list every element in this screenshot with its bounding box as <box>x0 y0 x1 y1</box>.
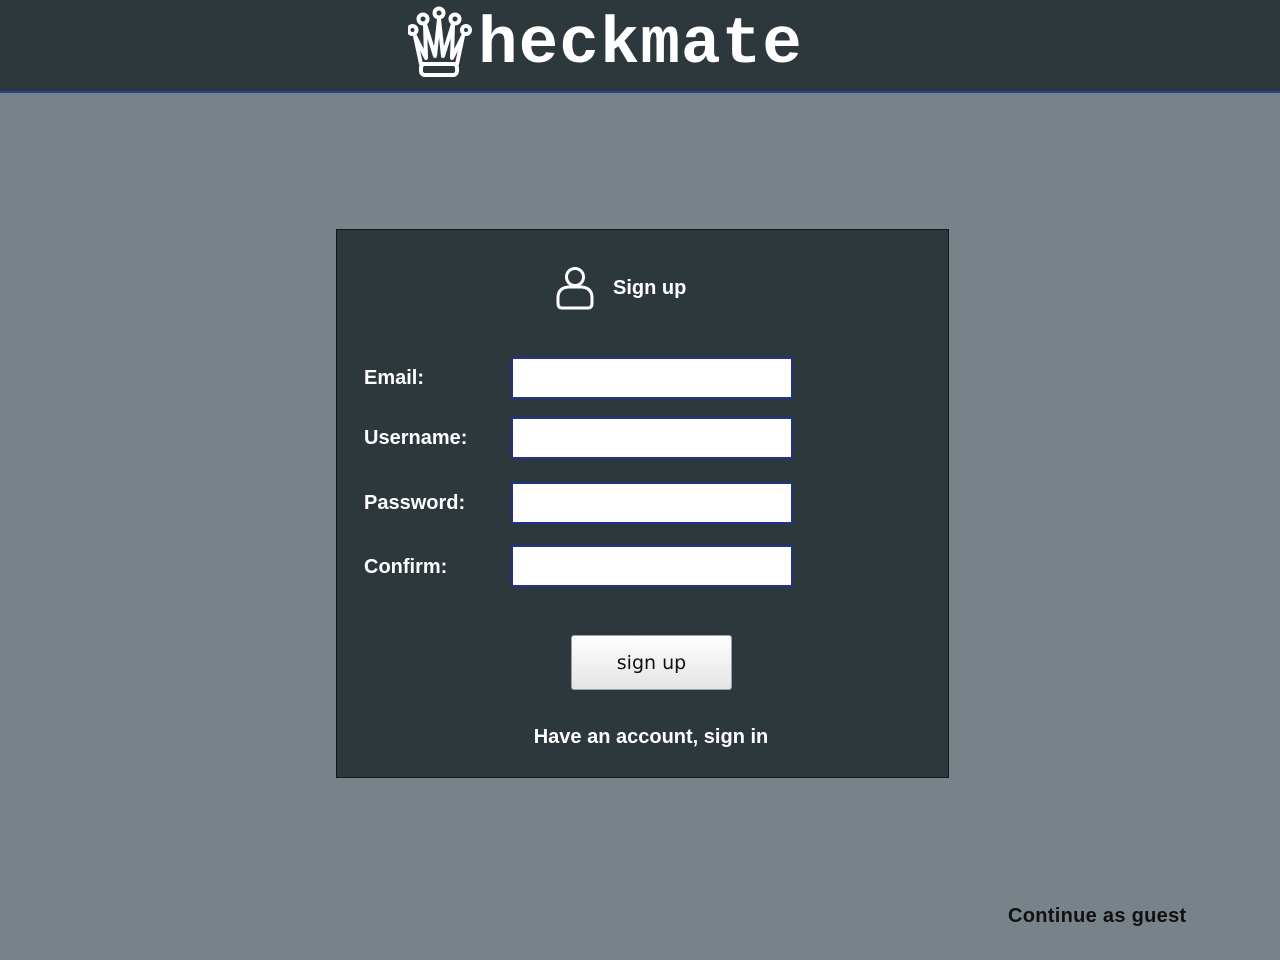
signup-button[interactable]: sign up <box>571 635 732 690</box>
password-field[interactable] <box>511 482 793 524</box>
app-logo[interactable]: heckmate <box>408 2 803 82</box>
email-field[interactable] <box>511 357 793 399</box>
app-header: heckmate <box>0 0 1280 93</box>
continue-as-guest-link[interactable]: Continue as guest <box>1008 905 1186 928</box>
username-label: Username: <box>364 427 468 449</box>
signup-panel: Sign up Email: Username: Password: Confi… <box>336 229 949 778</box>
signup-heading: Sign up <box>556 266 686 310</box>
signin-link[interactable]: Have an account, sign in <box>337 726 965 749</box>
queen-crown-icon <box>408 6 472 77</box>
confirm-password-field[interactable] <box>511 545 793 587</box>
confirm-password-label: Confirm: <box>364 556 448 578</box>
user-icon <box>556 267 594 310</box>
email-label: Email: <box>364 367 425 389</box>
brand-name: heckmate <box>478 7 803 82</box>
username-field[interactable] <box>511 417 793 459</box>
signup-title: Sign up <box>613 276 687 299</box>
password-label: Password: <box>364 492 466 514</box>
